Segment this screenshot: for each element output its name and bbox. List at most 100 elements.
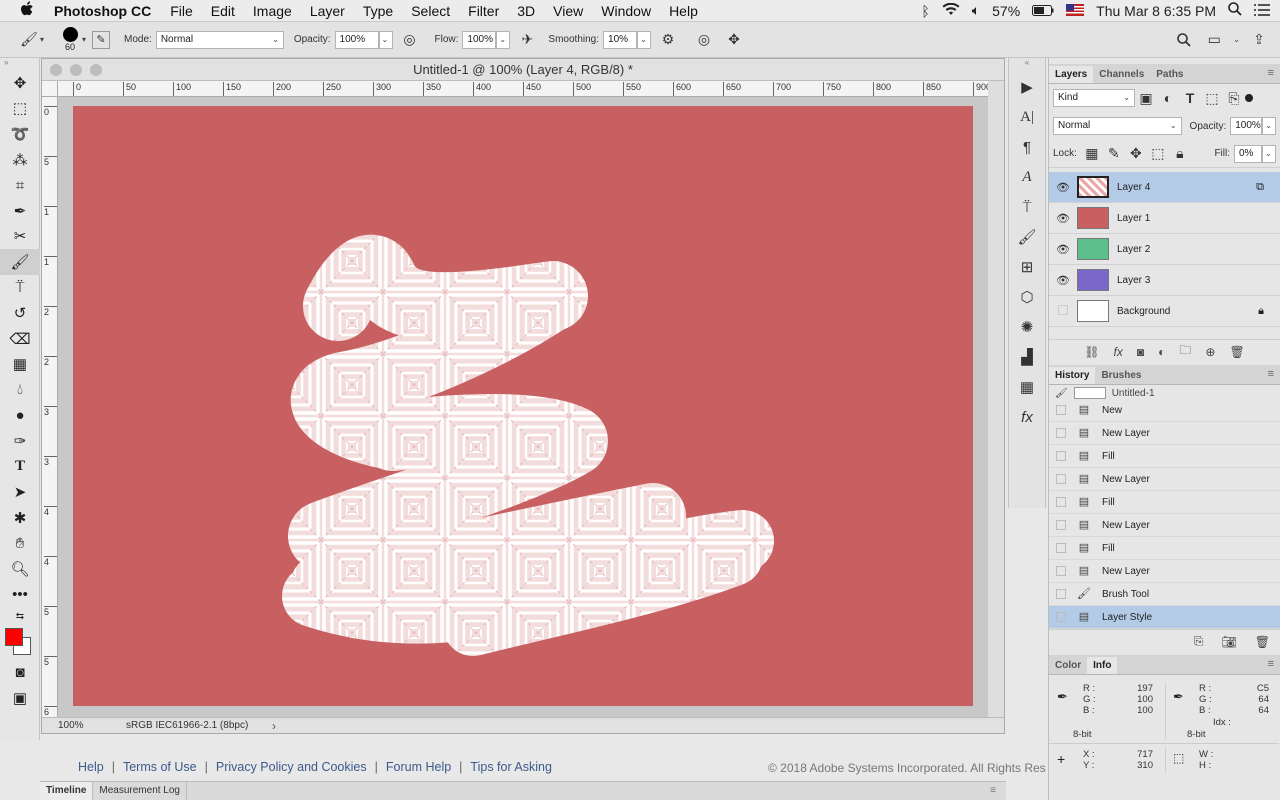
paragraph-icon[interactable]: ¶ (1009, 132, 1045, 162)
history-checkbox[interactable] (1056, 428, 1066, 438)
new-document-from-state-icon[interactable]: ⎘ (1194, 634, 1204, 649)
filter-type-icon[interactable]: T (1179, 87, 1201, 109)
pen-tool-icon[interactable]: ✑ (0, 428, 40, 454)
airbrush-icon[interactable]: ✈︎ (516, 29, 538, 51)
help-link[interactable]: Help (78, 760, 104, 774)
search-icon[interactable] (1173, 29, 1195, 51)
history-checkbox[interactable] (1056, 497, 1066, 507)
quick-mask-icon[interactable]: ◙ (0, 659, 40, 685)
tips-link[interactable]: Tips for Asking (470, 760, 552, 774)
mode-select[interactable]: Normal ⌄ (155, 30, 284, 49)
move-tool-icon[interactable]: ✥ (0, 70, 40, 96)
lasso-tool-icon[interactable]: ➰ (0, 121, 40, 147)
brush-settings-icon[interactable]: 🖌︎ (1009, 222, 1045, 252)
filter-smart-object-icon[interactable]: ⎘ (1223, 87, 1245, 109)
history-checkbox[interactable] (1056, 520, 1066, 530)
canvas-area[interactable] (58, 97, 988, 719)
filter-toggle-icon[interactable] (1245, 94, 1253, 102)
tool-presets-icon[interactable]: ⊞ (1009, 252, 1045, 282)
layer-opacity-input[interactable]: 100% (1230, 117, 1263, 135)
lock-image-icon[interactable]: ✎ (1103, 143, 1125, 165)
history-item[interactable]: 🖌︎ Brush Tool (1049, 583, 1280, 606)
add-mask-icon[interactable]: ◙ (1137, 345, 1144, 359)
opacity-input[interactable]: 100% (334, 30, 379, 49)
eye-icon[interactable]: 👁︎ (1049, 212, 1077, 225)
tab-layers[interactable]: Layers (1049, 66, 1094, 83)
smoothing-input[interactable]: 10% (603, 30, 638, 49)
close-icon[interactable] (50, 64, 62, 76)
history-item[interactable]: ▤ New (1049, 399, 1280, 422)
healing-brush-tool-icon[interactable]: ✂︎ (0, 224, 40, 250)
menu-window[interactable]: Window (592, 3, 660, 19)
hand-tool-icon[interactable]: ✋︎ (0, 531, 40, 557)
menu-help[interactable]: Help (660, 3, 707, 19)
panel-menu-icon[interactable]: ≡ (1268, 368, 1274, 380)
new-group-icon[interactable]: 🗀︎ (1179, 341, 1191, 362)
filter-pixel-icon[interactable]: ▣ (1135, 87, 1157, 109)
history-checkbox[interactable] (1056, 589, 1066, 599)
history-brush-source-icon[interactable]: 🖌︎ (1055, 388, 1068, 399)
layer-row-layer-1[interactable]: 👁︎ Layer 1 (1049, 203, 1280, 234)
trash-icon[interactable]: 🗑︎ (1255, 635, 1270, 649)
apple-icon[interactable] (0, 0, 54, 21)
brush-tool-icon[interactable]: 🖌︎ (0, 249, 40, 275)
custom-shape-tool-icon[interactable]: ✱ (0, 505, 40, 531)
trash-icon[interactable]: 🗑︎ (1229, 345, 1244, 359)
fx-icon[interactable]: fx (1114, 345, 1123, 359)
clone-stamp-tool-icon[interactable]: ⍡ (0, 275, 40, 301)
canvas[interactable] (73, 106, 973, 706)
history-item[interactable]: ▤ Fill (1049, 445, 1280, 468)
filter-kind-select[interactable]: Kind ⌄ (1053, 89, 1135, 107)
menu-type[interactable]: Type (354, 3, 402, 19)
spotlight-icon[interactable] (1228, 2, 1242, 19)
tab-color[interactable]: Color (1049, 657, 1087, 674)
gear-icon[interactable]: ⚙︎ (657, 29, 679, 51)
menu-image[interactable]: Image (244, 3, 301, 19)
tab-brushes[interactable]: Brushes (1095, 367, 1147, 384)
share-icon[interactable]: ⇪ (1248, 29, 1270, 51)
workspace-dropdown-icon[interactable]: ⌄ (1233, 35, 1240, 44)
history-item[interactable]: ▤ New Layer (1049, 422, 1280, 445)
path-selection-tool-icon[interactable]: ➤ (0, 480, 40, 506)
brush-tool-icon[interactable]: 🖌︎ (18, 29, 40, 51)
notification-center-icon[interactable] (1254, 3, 1270, 19)
fill-input[interactable]: 0% (1234, 144, 1262, 163)
blur-tool-icon[interactable]: 💧︎ (0, 377, 40, 403)
app-name[interactable]: Photoshop CC (54, 3, 161, 19)
panel-menu-icon[interactable]: ≡ (1268, 67, 1274, 79)
history-checkbox[interactable] (1056, 451, 1066, 461)
opacity-dropdown[interactable]: ⌄ (378, 30, 393, 49)
pressure-opacity-icon[interactable]: ◎ (399, 29, 421, 51)
zoom-icon[interactable] (90, 64, 102, 76)
lock-artboard-icon[interactable]: ⬚ (1147, 143, 1169, 165)
layer-row-background[interactable]: Background 🔒︎ (1049, 296, 1280, 327)
smoothing-dropdown[interactable]: ⌄ (637, 30, 652, 49)
panel-menu-icon[interactable]: ≡ (1268, 658, 1274, 670)
clock[interactable]: Thu Mar 8 6:35 PM (1096, 3, 1216, 19)
flow-input[interactable]: 100% (462, 30, 497, 49)
lock-all-icon[interactable]: 🔒︎ (1169, 143, 1191, 165)
clone-source-icon[interactable]: ⍡ (1009, 192, 1045, 222)
crop-tool-icon[interactable]: ⌗ (0, 172, 40, 198)
collapse-arrows-icon[interactable]: « (1009, 58, 1045, 72)
history-checkbox[interactable] (1056, 543, 1066, 553)
flag-icon[interactable] (1066, 3, 1085, 19)
lock-transparent-icon[interactable]: ▦ (1081, 143, 1103, 165)
menu-edit[interactable]: Edit (202, 3, 244, 19)
bluetooth-icon[interactable]: ᛒ (921, 3, 929, 19)
history-item[interactable]: ▤ New Layer (1049, 514, 1280, 537)
filter-shape-icon[interactable]: ⬚ (1201, 87, 1223, 109)
eyedropper-tool-icon[interactable]: ✒︎ (0, 198, 40, 224)
foreground-color-swatch[interactable] (5, 628, 23, 647)
play-icon[interactable]: ▶ (1009, 72, 1045, 102)
layer-blend-select[interactable]: Normal ⌄ (1053, 117, 1182, 135)
type-tool-icon[interactable]: T (0, 454, 40, 480)
ruler-origin[interactable] (42, 81, 58, 97)
tab-measurement-log[interactable]: Measurement Log (93, 782, 187, 800)
minimize-icon[interactable] (70, 64, 82, 76)
screen-mode-icon[interactable]: ▣ (0, 685, 40, 711)
link-layers-icon[interactable]: ⛓︎ (1084, 345, 1099, 359)
eye-icon[interactable]: 👁︎ (1049, 181, 1077, 194)
magic-wand-tool-icon[interactable]: ⁂ (0, 147, 40, 173)
symmetry-icon[interactable]: ✥ (723, 29, 745, 51)
